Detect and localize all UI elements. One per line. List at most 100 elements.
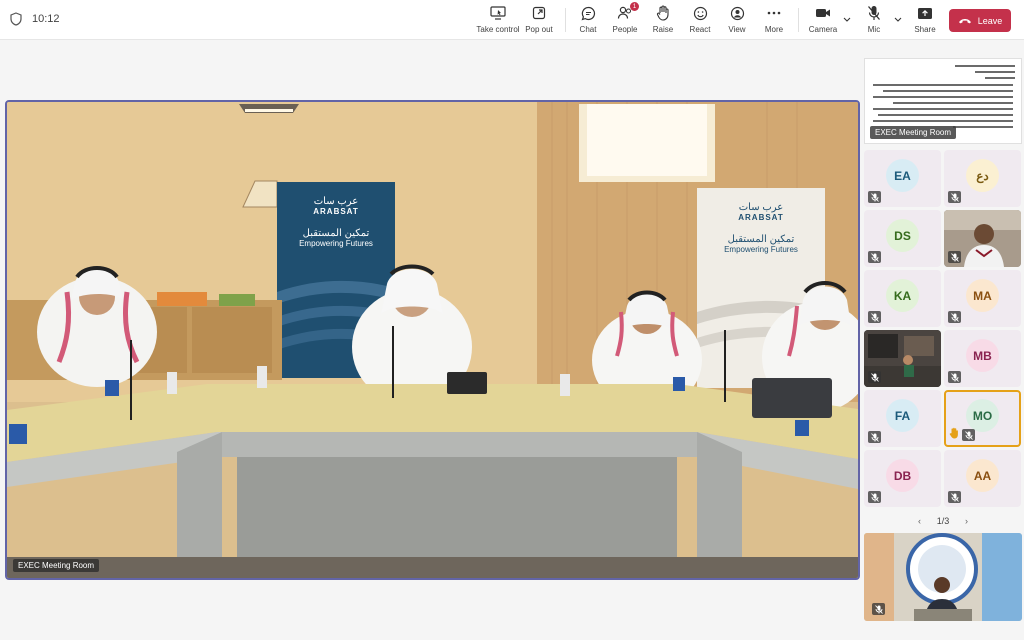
- participant-tile-ma[interactable]: MA: [944, 270, 1021, 327]
- shared-content-name-tag: EXEC Meeting Room: [870, 126, 957, 139]
- mic-off-icon: [962, 429, 975, 441]
- main-video-name-tag: EXEC Meeting Room: [13, 559, 100, 572]
- doc-text-line: [975, 71, 1015, 73]
- people-icon: 1: [616, 2, 639, 21]
- pop-out-icon: [530, 5, 548, 21]
- avatar: MA: [966, 279, 999, 313]
- take-control-label: Take control: [476, 25, 520, 34]
- more-icon: [765, 5, 783, 21]
- view-icon: [728, 5, 746, 21]
- participant-tile-2[interactable]: دع: [944, 150, 1021, 207]
- banner-right-brand: ARABSAT: [738, 213, 784, 222]
- self-video-feed: [864, 533, 1022, 621]
- doc-text-line: [878, 114, 1013, 116]
- doc-text-line: [873, 108, 1013, 110]
- participant-tile-ds[interactable]: DS: [864, 210, 941, 267]
- participant-tile-video-1[interactable]: [944, 210, 1021, 267]
- pop-out-label: Pop out: [525, 25, 553, 34]
- meeting-timer: 10:12: [32, 13, 60, 25]
- banner-right-text: عرب سات ARABSAT تمكين المستقبل Empowerin…: [699, 202, 823, 254]
- avatar: KA: [886, 279, 919, 313]
- take-control-icon: [489, 5, 507, 21]
- participant-tile-db[interactable]: DB: [864, 450, 941, 507]
- next-page-chevron-icon[interactable]: ›: [965, 516, 968, 526]
- camera-icon: [814, 5, 832, 21]
- avatar: AA: [966, 459, 999, 493]
- doc-text-line: [953, 126, 1013, 128]
- people-label: People: [612, 25, 638, 34]
- mic-off-icon: [868, 431, 881, 443]
- raise-hand-icon: [654, 5, 672, 21]
- leave-label: Leave: [977, 15, 1003, 26]
- mic-off-icon: [948, 371, 961, 383]
- mic-label: Mic: [867, 25, 881, 34]
- more-label: More: [764, 25, 784, 34]
- doc-text-line: [883, 90, 1013, 92]
- participant-tile-aa[interactable]: AA: [944, 450, 1021, 507]
- avatar: DS: [886, 219, 919, 253]
- toolbar-divider: [798, 8, 799, 32]
- banner-right-arabic: عرب سات: [738, 202, 784, 213]
- avatar: DB: [886, 459, 919, 493]
- chat-icon: [579, 5, 597, 21]
- raise-label: Raise: [652, 25, 674, 34]
- avatar: EA: [886, 159, 919, 193]
- raised-hand-icon: [949, 427, 959, 442]
- toolbar-left: 10:12: [10, 12, 60, 26]
- page-indicator: 1/3: [936, 516, 950, 526]
- self-video-tile[interactable]: [864, 533, 1022, 621]
- conference-room-scene: [7, 102, 858, 578]
- banner-left-arabic: عرب سات: [313, 196, 359, 207]
- mic-off-icon: [868, 371, 881, 383]
- mic-off-icon: [868, 251, 881, 263]
- share-icon: [916, 5, 934, 21]
- banner-left-tagline-en: Empowering Futures: [299, 239, 373, 248]
- camera-label: Camera: [808, 25, 838, 34]
- banner-right-tagline-en: Empowering Futures: [724, 245, 798, 254]
- mic-off-icon: [872, 603, 885, 615]
- previous-page-chevron-icon[interactable]: ‹: [918, 516, 921, 526]
- participant-pager: ‹ 1/3 ›: [918, 514, 968, 528]
- doc-text-line: [985, 77, 1015, 79]
- banner-left-brand: ARABSAT: [313, 207, 359, 216]
- banner-left-text: عرب سات ARABSAT تمكين المستقبل Empowerin…: [279, 196, 393, 248]
- participant-tile-mb[interactable]: MB: [944, 330, 1021, 387]
- mic-off-icon: [948, 191, 961, 203]
- doc-text-line: [893, 102, 1013, 104]
- react-label: React: [689, 25, 711, 34]
- share-label: Share: [914, 25, 936, 34]
- mic-off-icon: [948, 251, 961, 263]
- meeting-toolbar: 10:12 Take control Pop out Chat 1 People…: [0, 0, 1024, 40]
- mic-button[interactable]: Mic: [851, 5, 897, 37]
- avatar: MB: [966, 339, 999, 373]
- react-icon: [691, 5, 709, 21]
- mic-off-icon: [868, 311, 881, 323]
- banner-left-tagline-ar: تمكين المستقبل: [302, 228, 370, 239]
- doc-text-line: [873, 96, 1013, 98]
- shared-content-tile[interactable]: EXEC Meeting Room: [864, 58, 1022, 144]
- share-button[interactable]: Share: [902, 5, 948, 37]
- avatar: FA: [886, 399, 919, 433]
- main-video-feed[interactable]: عرب سات ARABSAT تمكين المستقبل Empowerin…: [5, 100, 860, 580]
- more-button[interactable]: More: [751, 5, 797, 37]
- participant-tile-fa[interactable]: FA: [864, 390, 941, 447]
- participant-tile-ka[interactable]: KA: [864, 270, 941, 327]
- doc-text-line: [955, 65, 1015, 67]
- mic-off-icon: [948, 491, 961, 503]
- take-control-button[interactable]: Take control: [475, 5, 521, 37]
- view-label: View: [728, 25, 746, 34]
- chat-label: Chat: [579, 25, 597, 34]
- participant-tile-mo[interactable]: MO: [944, 390, 1021, 447]
- people-count-badge: 1: [630, 2, 639, 11]
- mic-off-icon: [868, 191, 881, 203]
- participant-tile-ea[interactable]: EA: [864, 150, 941, 207]
- camera-button[interactable]: Camera: [800, 5, 846, 37]
- mic-off-icon: [868, 491, 881, 503]
- doc-text-line: [873, 120, 1013, 122]
- avatar: MO: [966, 399, 999, 433]
- mic-off-icon: [865, 5, 883, 21]
- participant-tile-video-2[interactable]: [864, 330, 941, 387]
- pop-out-button[interactable]: Pop out: [516, 5, 562, 37]
- leave-button[interactable]: Leave: [949, 9, 1011, 32]
- hang-up-icon: [958, 18, 971, 23]
